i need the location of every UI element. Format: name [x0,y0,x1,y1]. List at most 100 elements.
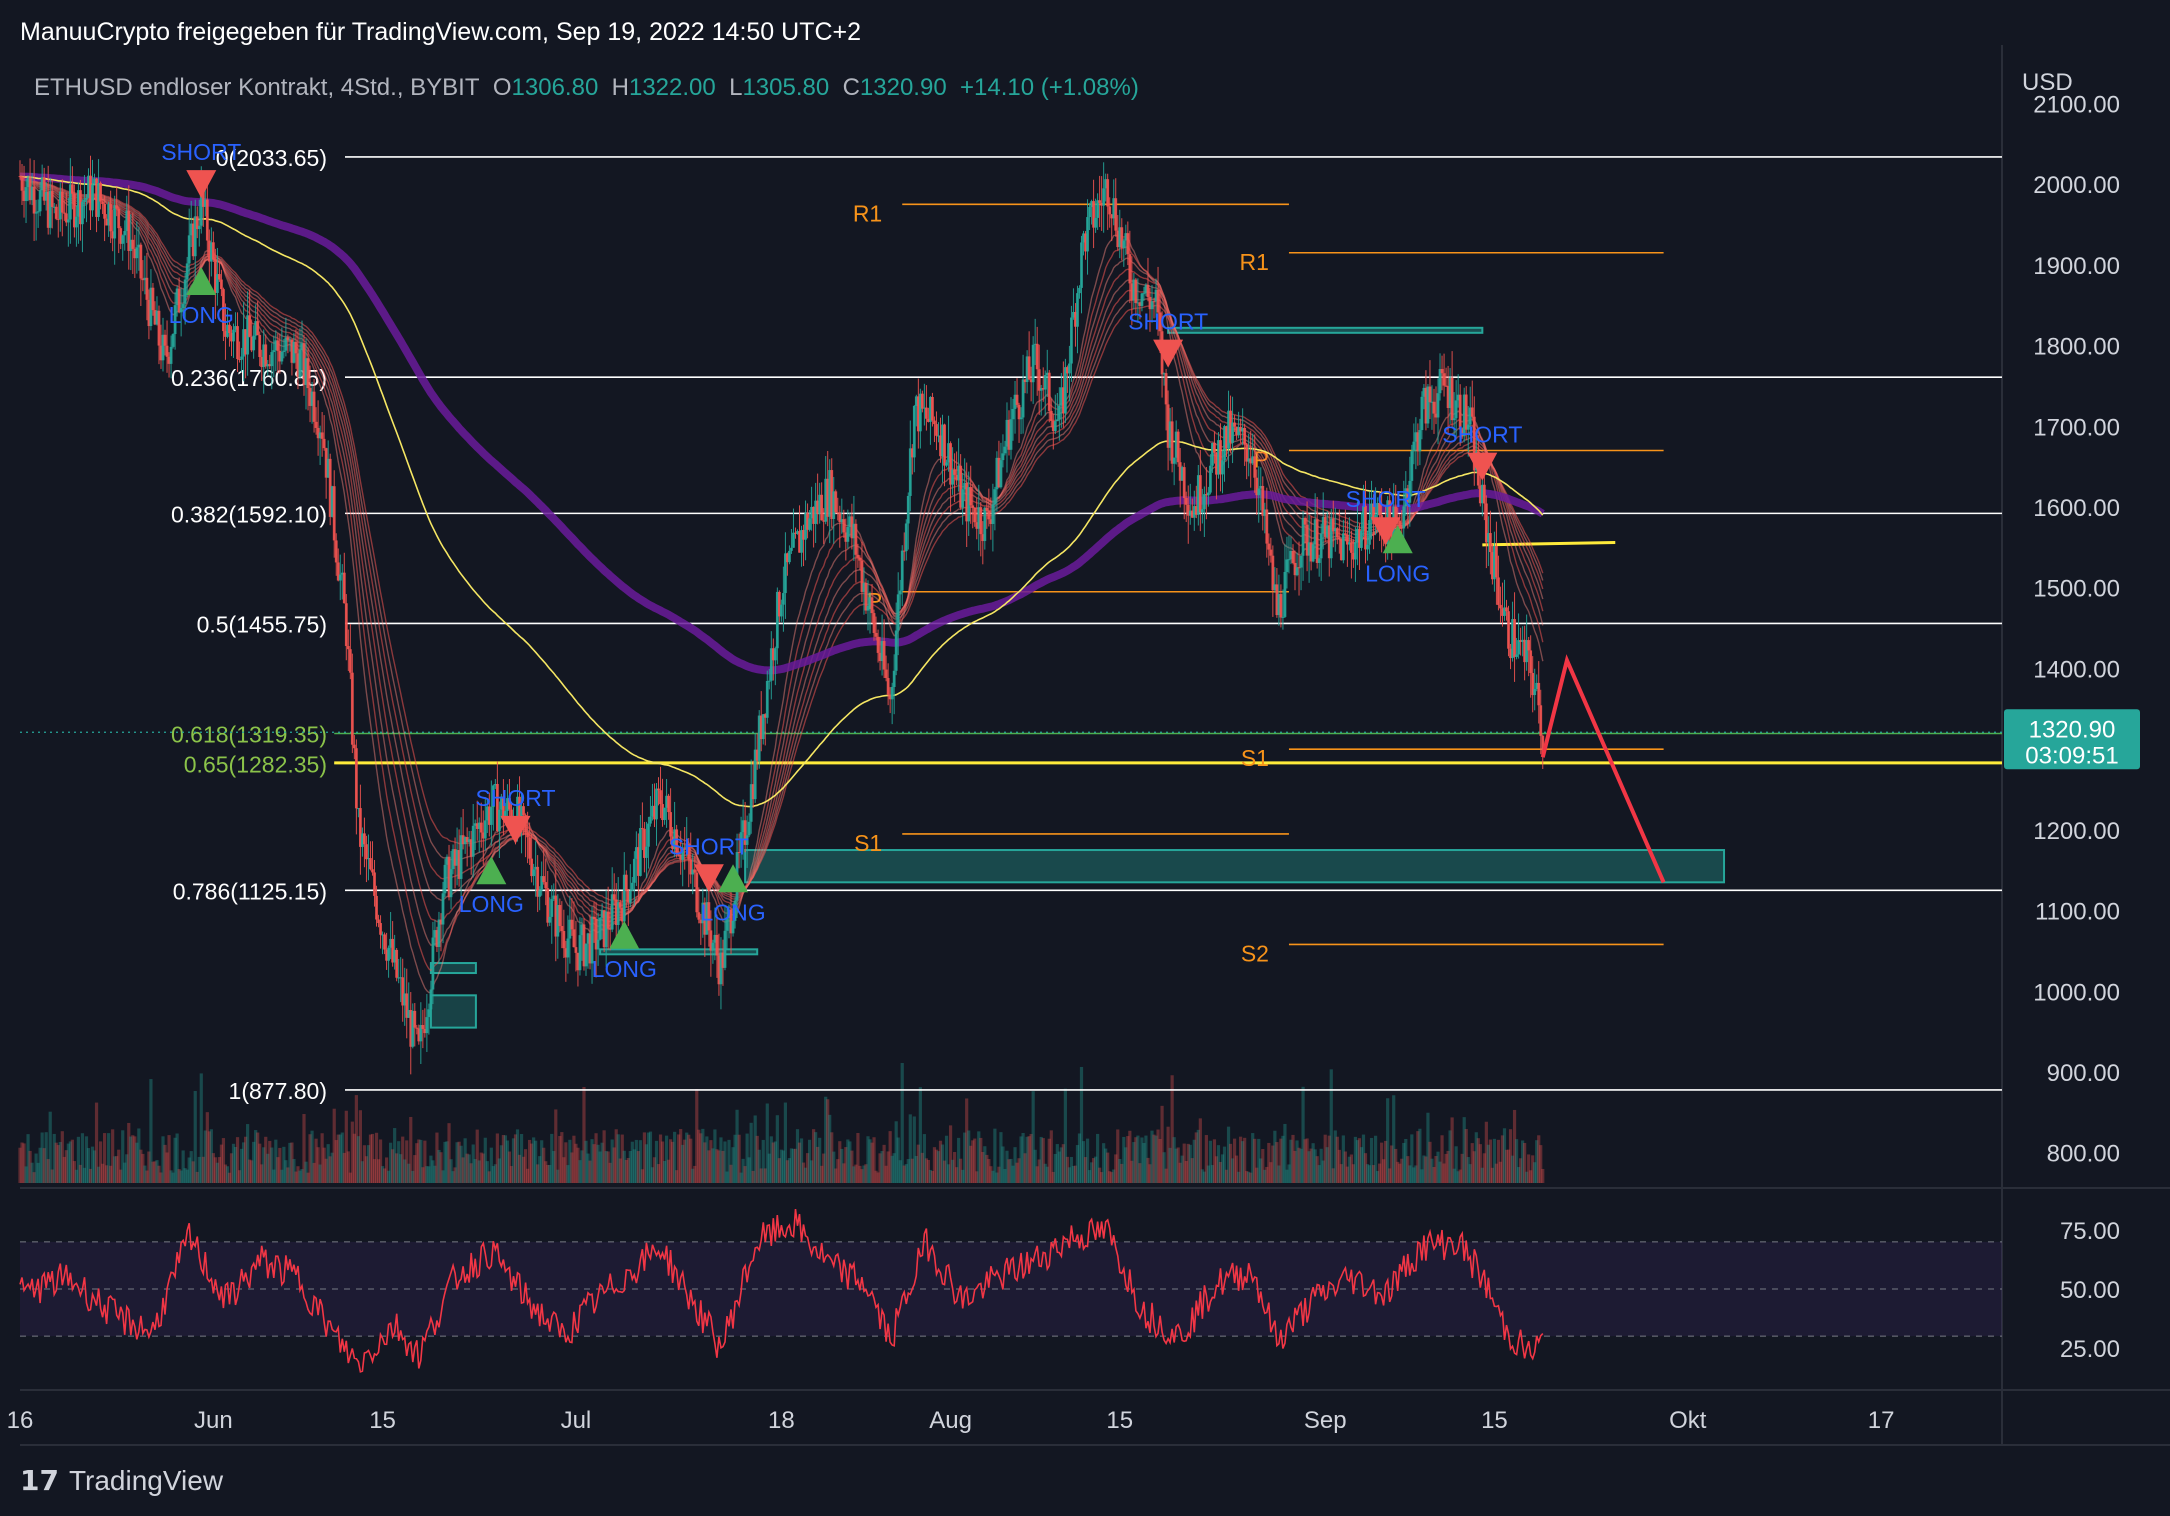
candle-body [483,820,487,839]
candle-body [383,934,386,950]
candle-body [1182,467,1186,498]
price-tick-label: 1900.00 [2033,253,2120,280]
candle-body [66,219,70,223]
candle-body [1076,293,1079,327]
candle-body [171,334,175,347]
time-axis[interactable]: 16 Jun 15 Jul 18 Aug 15 Sep 15 Okt 17 [7,1407,1895,1434]
candle-body [1354,542,1357,560]
price-axis[interactable]: USD800.00900.001000.001100.001200.001300… [2004,69,2140,1363]
candle-body [1529,650,1533,674]
candle-body [1442,373,1446,386]
candle-body [985,507,989,511]
candle-body [123,231,127,236]
candle-body [395,949,399,978]
candle-body [566,938,570,958]
candle-body [630,882,634,891]
candle-body [1243,427,1247,445]
candle-body [1102,188,1106,206]
fibonacci-levels: 0(2033.65)0.236(1760.85)0.382(1592.10)0.… [20,145,2002,1104]
candle-body [32,186,36,214]
short-signal-label: SHORT [1346,486,1426,512]
time-tick-label: Jun [194,1407,233,1434]
long-signal-label: LONG [592,956,657,982]
candle-body [1053,421,1057,432]
candle-body [612,894,616,900]
candle-body [50,191,54,207]
candle-body [497,809,501,832]
candle-body [912,405,916,458]
candle-body [866,605,870,611]
price-tick-label: 800.00 [2047,1141,2120,1168]
candle-body [24,187,28,201]
candle-body [1315,519,1319,563]
candle-body [584,943,588,967]
candle-body [1200,509,1204,513]
candle-body [1527,640,1531,651]
tradingview-logo-icon: 𝟭𝟳 [20,1465,59,1496]
candle-body [765,681,769,718]
candle-body [894,630,898,671]
candle-body [334,540,338,563]
candle-body [1257,488,1261,496]
long-signal-icon [718,864,749,893]
price-projection [1540,654,1666,884]
candle-body [314,421,318,428]
candle-body [638,828,642,876]
change-value: +14.10 (+1.08%) [960,74,1139,101]
candle-body [999,460,1003,488]
candle-body [352,744,356,749]
time-tick-label: 15 [1481,1407,1508,1434]
time-tick-label: Aug [929,1407,972,1434]
candle-body [20,176,24,191]
candle-body [135,247,139,259]
candle-body [971,505,975,508]
candle-body [369,858,372,870]
candle-body [1055,419,1059,422]
candle-body [1488,533,1492,553]
fib-label: 0.382(1592.10) [171,501,327,527]
candle-body [91,184,94,211]
candle-body [220,279,223,290]
candle-body [935,424,938,436]
open-value: 1306.80 [511,74,599,101]
candle-body [979,507,983,535]
volume-bar [1541,1168,1545,1183]
candle-body [1035,343,1039,370]
candle-body [1410,451,1414,481]
candle-body [81,201,84,225]
high-label: H [611,74,629,101]
candle-body [1019,417,1023,420]
candle-body [1057,405,1061,420]
candle-body [558,904,562,927]
candle-body [788,550,791,563]
candle-body [1291,550,1295,564]
candle-body [624,874,628,891]
candle-body [187,235,191,264]
candle-body [421,1025,425,1029]
candle-body [1176,431,1180,463]
candle-body [1003,446,1007,454]
tradingview-footer[interactable]: 𝟭𝟳 TradingView [20,1464,223,1497]
candle-body [121,235,125,244]
candle-body [1428,386,1432,403]
candle-body [874,632,878,637]
candle-body [471,825,475,857]
candle-body [1287,559,1291,561]
candle-body [1086,217,1089,252]
candle-body [715,934,719,956]
trading-chart[interactable]: 0(2033.65)0.236(1760.85)0.382(1592.10)0.… [0,0,2170,1516]
candle-body [723,930,727,968]
price-tick-label: 2000.00 [2033,172,2120,199]
long-signal-label: LONG [459,891,524,917]
candle-body [103,203,106,219]
candle-body [1303,517,1307,525]
candle-body [1470,407,1474,417]
candle-body [1098,200,1102,203]
candle-body [931,396,934,421]
candle-body [1505,607,1508,612]
candle-body [264,344,268,367]
candle-body [169,346,173,364]
candle-body [898,590,902,595]
candle-body [925,407,928,419]
candle-body [570,919,574,930]
